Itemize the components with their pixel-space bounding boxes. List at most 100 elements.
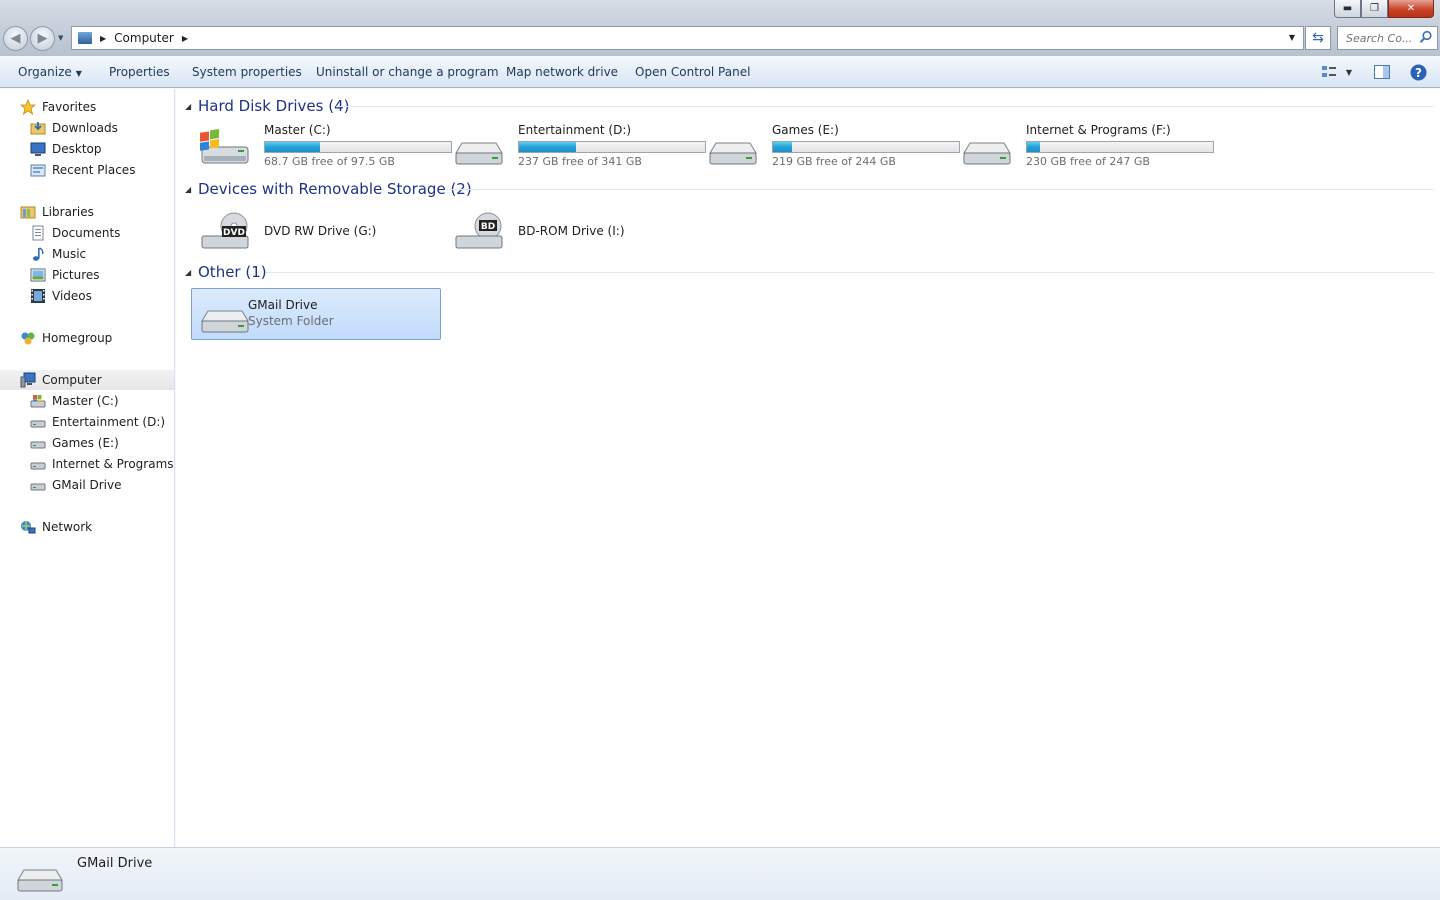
hard-drive-icon xyxy=(30,477,46,493)
group-title: Other (1) xyxy=(198,263,267,281)
nav-documents[interactable]: Documents xyxy=(30,223,120,243)
star-icon xyxy=(20,99,36,115)
details-pane: GMail Drive xyxy=(0,847,1440,900)
nav-label: Network xyxy=(42,520,93,534)
help-button[interactable]: ? xyxy=(1406,60,1430,84)
more-views-dropdown[interactable]: ▼ xyxy=(1342,60,1356,84)
gmail-drive-tile[interactable]: GMail Drive System Folder xyxy=(191,288,441,340)
windows-drive-icon xyxy=(200,129,249,164)
drive-tile-g[interactable]: DVD DVD RW Drive (G:) xyxy=(192,202,442,254)
collapse-triangle-icon[interactable]: ◢ xyxy=(185,102,191,111)
nav-label: Music xyxy=(52,247,87,261)
drive-tile-f[interactable]: Internet & Programs (F:) 230 GB free of … xyxy=(954,119,1214,171)
properties-button[interactable]: Properties xyxy=(109,65,170,79)
drive-tile-e[interactable]: Games (E:) 219 GB free of 244 GB xyxy=(700,119,960,171)
group-title: Devices with Removable Storage (2) xyxy=(198,180,472,198)
breadcrumb-separator-icon[interactable]: ▶ xyxy=(182,34,188,43)
nav-drive-c[interactable]: Master (C:) xyxy=(30,391,119,411)
collapse-triangle-icon[interactable]: ◢ xyxy=(185,185,191,194)
refresh-button[interactable]: ⇆ xyxy=(1305,26,1331,50)
window-chrome: ▬ ❐ ✕ ◀ ▶ ▼ ▶ Computer ▶ ▼ ⇆ xyxy=(0,0,1440,56)
content-pane: ◢ Hard Disk Drives (4) Master (C:) 68.7 … xyxy=(176,89,1440,847)
nav-music[interactable]: Music xyxy=(30,244,86,264)
drive-free-space: 219 GB free of 244 GB xyxy=(772,155,896,168)
preview-pane-icon xyxy=(1374,65,1390,79)
nav-recent-places[interactable]: Recent Places xyxy=(30,160,135,180)
homegroup-icon xyxy=(20,330,36,346)
collapse-triangle-icon[interactable]: ◢ xyxy=(185,268,191,277)
nav-label: Desktop xyxy=(52,142,102,156)
nav-label: Games (E:) xyxy=(52,436,119,450)
film-icon xyxy=(30,288,46,304)
group-hard-disk-drives[interactable]: ◢ Hard Disk Drives (4) xyxy=(176,96,1440,118)
nav-label: Pictures xyxy=(52,268,100,282)
group-divider xyxy=(336,106,1434,107)
search-box[interactable] xyxy=(1337,26,1438,50)
nav-favorites[interactable]: Favorites xyxy=(20,97,96,117)
usage-bar xyxy=(518,141,706,153)
command-bar: Organize ▼ Properties System properties U… xyxy=(0,56,1440,88)
hard-drive-icon xyxy=(30,456,46,472)
address-history-dropdown[interactable]: ▼ xyxy=(1289,33,1295,42)
hard-drive-icon xyxy=(709,142,757,165)
nav-label: Homegroup xyxy=(42,331,113,345)
hard-drive-icon xyxy=(963,142,1011,165)
drive-tile-i[interactable]: BD BD-ROM Drive (I:) xyxy=(446,202,696,254)
nav-computer[interactable]: Computer xyxy=(0,370,174,390)
forward-button[interactable]: ▶ xyxy=(30,26,55,51)
nav-downloads[interactable]: Downloads xyxy=(30,118,118,138)
nav-desktop[interactable]: Desktop xyxy=(30,139,102,159)
usage-bar xyxy=(264,141,452,153)
nav-drive-f[interactable]: Internet & Programs (F: xyxy=(30,454,175,474)
nav-gmail-drive[interactable]: GMail Drive xyxy=(30,475,121,495)
address-bar[interactable]: ▶ Computer ▶ ▼ xyxy=(71,26,1304,50)
drive-tile-d[interactable]: Entertainment (D:) 237 GB free of 341 GB xyxy=(446,119,706,171)
uninstall-program-button[interactable]: Uninstall or change a program xyxy=(316,65,499,79)
system-properties-button[interactable]: System properties xyxy=(192,65,302,79)
nav-libraries[interactable]: Libraries xyxy=(20,202,94,222)
close-icon: ✕ xyxy=(1406,3,1416,14)
nav-drive-e[interactable]: Games (E:) xyxy=(30,433,119,453)
nav-network[interactable]: Network xyxy=(20,517,92,537)
change-view-button[interactable] xyxy=(1318,60,1340,84)
open-control-panel-button[interactable]: Open Control Panel xyxy=(635,65,750,79)
search-input[interactable] xyxy=(1346,31,1418,45)
group-removable-storage[interactable]: ◢ Devices with Removable Storage (2) xyxy=(176,179,1440,201)
back-button[interactable]: ◀ xyxy=(3,26,28,51)
usage-fill xyxy=(1027,142,1040,152)
drive-free-space: 230 GB free of 247 GB xyxy=(1026,155,1150,168)
breadcrumb-separator-icon[interactable]: ▶ xyxy=(100,34,106,43)
nav-label: Documents xyxy=(52,226,121,240)
back-arrow-icon: ◀ xyxy=(10,31,21,46)
organize-button[interactable]: Organize ▼ xyxy=(18,65,82,79)
usage-fill xyxy=(519,142,576,152)
nav-drive-d[interactable]: Entertainment (D:) xyxy=(30,412,165,432)
close-button[interactable]: ✕ xyxy=(1388,0,1434,18)
navigation-pane: Favorites Downloads Desktop Recent Place… xyxy=(0,89,175,847)
drive-name: Master (C:) xyxy=(264,123,331,137)
nav-label: Internet & Programs (F: xyxy=(52,457,175,471)
minimize-button[interactable]: ▬ xyxy=(1334,0,1361,18)
nav-label: Videos xyxy=(52,289,92,303)
minimize-icon: ▬ xyxy=(1342,3,1353,14)
recent-pages-dropdown[interactable]: ▼ xyxy=(58,34,66,42)
nav-label: GMail Drive xyxy=(52,478,122,492)
nav-pictures[interactable]: Pictures xyxy=(30,265,100,285)
document-icon xyxy=(30,225,46,241)
breadcrumb-computer[interactable]: Computer xyxy=(114,31,174,45)
dvd-badge: DVD xyxy=(223,228,245,238)
restore-button[interactable]: ❐ xyxy=(1361,0,1388,18)
nav-homegroup[interactable]: Homegroup xyxy=(20,328,112,348)
search-icon[interactable] xyxy=(1419,30,1433,44)
group-divider xyxy=(266,272,1434,273)
downloads-folder-icon xyxy=(30,120,46,136)
map-network-drive-button[interactable]: Map network drive xyxy=(506,65,618,79)
drive-tile-c[interactable]: Master (C:) 68.7 GB free of 97.5 GB xyxy=(192,119,452,171)
drive-name: DVD RW Drive (G:) xyxy=(264,224,377,238)
preview-pane-button[interactable] xyxy=(1370,60,1394,84)
drive-free-space: 237 GB free of 341 GB xyxy=(518,155,642,168)
nav-videos[interactable]: Videos xyxy=(30,286,92,306)
group-other[interactable]: ◢ Other (1) xyxy=(176,262,1440,284)
item-name: GMail Drive xyxy=(248,298,318,312)
drive-name: Internet & Programs (F:) xyxy=(1026,123,1171,137)
